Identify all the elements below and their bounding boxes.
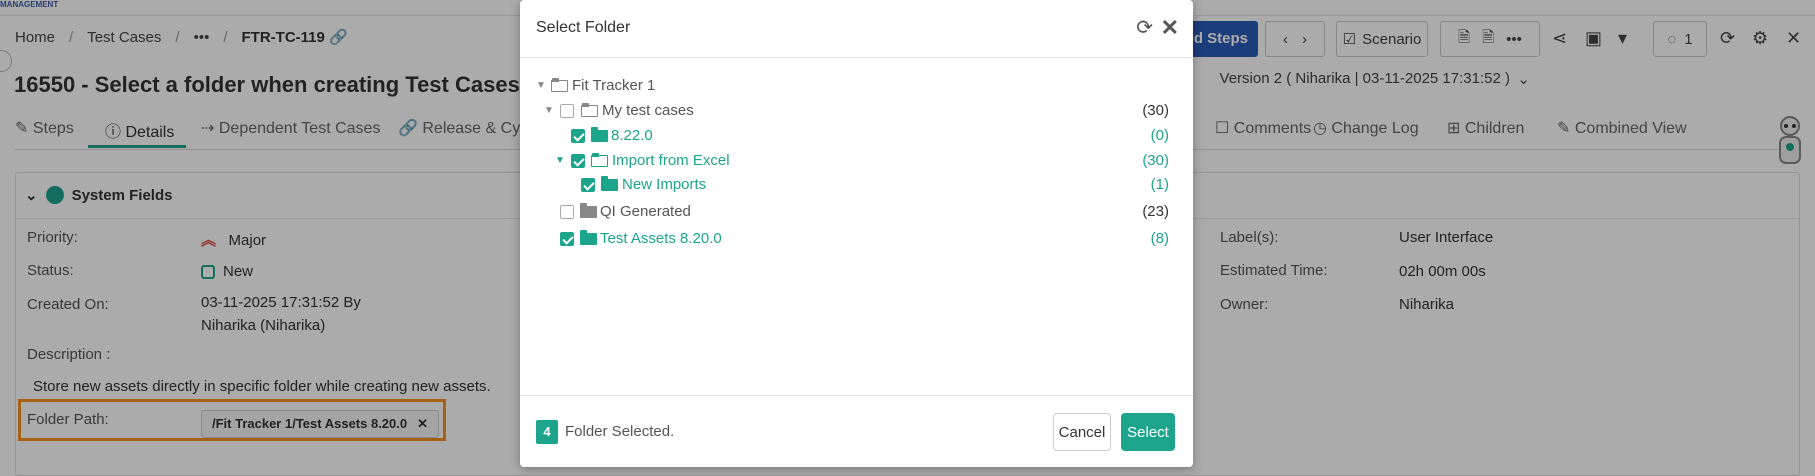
folder-open-icon bbox=[581, 103, 598, 117]
dialog-footer-divider bbox=[520, 395, 1193, 396]
tree-node-count: (1) bbox=[1150, 176, 1169, 193]
tree-node-new-imports[interactable]: New Imports (1) bbox=[520, 173, 1193, 197]
folder-icon bbox=[580, 203, 597, 218]
tree-node-count: (0) bbox=[1150, 127, 1169, 144]
tree-node-label: Test Assets 8.20.0 bbox=[600, 230, 722, 247]
dialog-title: Select Folder bbox=[536, 19, 631, 36]
dialog-header-divider bbox=[520, 57, 1193, 58]
tree-node-root[interactable]: ▼ Fit Tracker 1 bbox=[520, 74, 1193, 98]
tree-node-count: (30) bbox=[1142, 152, 1169, 169]
tree-node-count: (8) bbox=[1150, 230, 1169, 247]
selected-count-text: Folder Selected. bbox=[565, 423, 675, 440]
close-icon[interactable]: ✕ bbox=[1161, 15, 1179, 41]
tree-node-label: Fit Tracker 1 bbox=[572, 77, 656, 94]
tree-node-count: (23) bbox=[1142, 203, 1169, 220]
tree-node-label: New Imports bbox=[622, 176, 707, 193]
tree-node-checkbox[interactable] bbox=[560, 232, 574, 246]
folder-icon bbox=[601, 176, 618, 191]
select-folder-dialog: Select Folder ⟳ ✕ ▼ Fit Tracker 1 ▼ My t… bbox=[520, 0, 1193, 467]
tree-node-checkbox[interactable] bbox=[581, 178, 595, 192]
caret-down-icon[interactable]: ▼ bbox=[544, 99, 554, 123]
tree-node-checkbox[interactable] bbox=[560, 205, 574, 219]
tree-node-import-from-excel[interactable]: ▼ Import from Excel (30) bbox=[520, 149, 1193, 173]
tree-node-checkbox[interactable] bbox=[571, 154, 585, 168]
tree-node-8-22-0[interactable]: 8.22.0 (0) bbox=[520, 124, 1193, 148]
tree-node-qi-generated[interactable]: QI Generated (23) bbox=[520, 200, 1193, 224]
tree-node-test-assets[interactable]: Test Assets 8.20.0 (8) bbox=[520, 227, 1193, 251]
tree-node-checkbox[interactable] bbox=[560, 104, 574, 118]
tree-node-label: 8.22.0 bbox=[611, 127, 653, 144]
tree-node-my-test-cases[interactable]: ▼ My test cases (30) bbox=[520, 99, 1193, 123]
tree-node-label: Import from Excel bbox=[612, 152, 730, 169]
select-button[interactable]: Select bbox=[1121, 413, 1175, 451]
tree-node-label: QI Generated bbox=[600, 203, 691, 220]
folder-open-icon bbox=[551, 78, 568, 92]
tree-node-checkbox[interactable] bbox=[571, 129, 585, 143]
cancel-button[interactable]: Cancel bbox=[1053, 413, 1111, 451]
refresh-icon[interactable]: ⟳ bbox=[1136, 15, 1153, 40]
tree-node-count: (30) bbox=[1142, 102, 1169, 119]
caret-down-icon[interactable]: ▼ bbox=[555, 149, 565, 173]
folder-icon bbox=[591, 127, 608, 142]
tree-node-label: My test cases bbox=[602, 102, 694, 119]
folder-open-icon bbox=[591, 153, 608, 167]
folder-icon bbox=[580, 230, 597, 245]
selected-count-badge: 4 bbox=[536, 420, 558, 444]
caret-down-icon[interactable]: ▼ bbox=[536, 74, 546, 98]
